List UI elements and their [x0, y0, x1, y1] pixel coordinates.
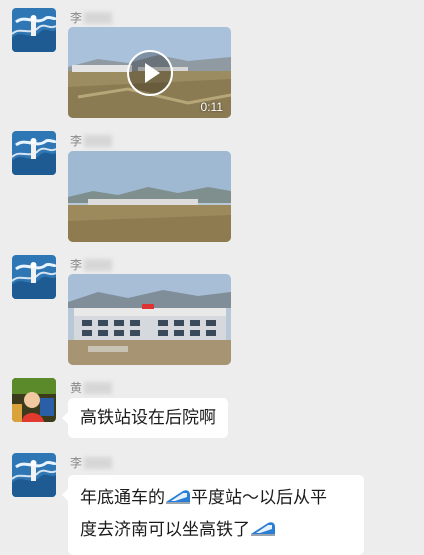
- video-duration: 0:11: [200, 100, 223, 114]
- chat-image[interactable]: [68, 151, 231, 242]
- message-line: 年底通车的 平度站～以后从平: [80, 483, 352, 515]
- message-text: 高铁站设在后院啊: [80, 408, 216, 427]
- high-speed-train-icon: [165, 486, 191, 515]
- sender-name: 黄: [70, 381, 113, 395]
- message-bubble[interactable]: 高铁站设在后院啊: [62, 398, 228, 438]
- chat-image[interactable]: [68, 274, 231, 365]
- sender-name: 李: [70, 258, 113, 272]
- message-bubble[interactable]: 年底通车的 平度站～以后从平 度去济南可以坐高铁了: [62, 475, 364, 555]
- avatar[interactable]: [12, 131, 56, 175]
- message-line: 度去济南可以坐高铁了: [80, 515, 352, 547]
- avatar[interactable]: [12, 453, 56, 497]
- video-thumbnail[interactable]: 0:11: [68, 27, 231, 118]
- avatar[interactable]: [12, 378, 56, 422]
- avatar[interactable]: [12, 8, 56, 52]
- sender-name: 李: [70, 134, 113, 148]
- high-speed-train-icon: [250, 518, 276, 547]
- sender-name: 李: [70, 456, 113, 470]
- avatar[interactable]: [12, 255, 56, 299]
- sender-name: 李: [70, 11, 113, 25]
- play-icon[interactable]: [126, 49, 173, 96]
